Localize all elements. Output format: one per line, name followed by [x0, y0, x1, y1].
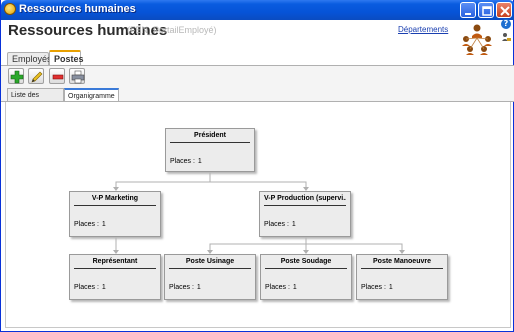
app-window: Ressources humaines Ressources humaines …: [0, 0, 514, 332]
node-title: Poste Soudage: [280, 258, 332, 265]
node-title: Représentant: [92, 258, 138, 265]
places-value: 1: [292, 284, 297, 291]
connector-president-production: [210, 181, 307, 190]
org-node-vp-production[interactable]: V-P Production (supervi... Places :1: [259, 191, 351, 237]
node-places: Places :1: [265, 283, 297, 292]
node-places: Places :1: [264, 220, 296, 229]
node-places: Places :1: [170, 157, 202, 166]
org-node-poste-usinage[interactable]: Poste Usinage Places :1: [164, 254, 256, 300]
node-divider: [169, 268, 251, 269]
places-value: 1: [197, 158, 202, 165]
node-places: Places :1: [74, 283, 106, 292]
node-divider: [74, 205, 156, 206]
places-value: 1: [101, 221, 106, 228]
places-label: Places :: [264, 221, 289, 228]
node-divider: [74, 268, 156, 269]
node-places: Places :1: [169, 283, 201, 292]
org-node-representant[interactable]: Représentant Places :1: [69, 254, 161, 300]
places-value: 1: [291, 221, 296, 228]
node-places: Places :1: [361, 283, 393, 292]
places-value: 1: [196, 284, 201, 291]
node-title: Poste Manoeuvre: [373, 258, 431, 265]
places-label: Places :: [169, 284, 194, 291]
org-node-president[interactable]: Président Places :1: [165, 128, 255, 172]
places-label: Places :: [170, 158, 195, 165]
org-node-vp-marketing[interactable]: V-P Marketing Places :1: [69, 191, 161, 237]
places-label: Places :: [265, 284, 290, 291]
node-divider: [265, 268, 347, 269]
connector-president-marketing: [115, 172, 211, 190]
places-value: 1: [101, 284, 106, 291]
node-title: Poste Usinage: [185, 258, 235, 265]
node-places: Places :1: [74, 220, 106, 229]
org-node-poste-manoeuvre[interactable]: Poste Manoeuvre Places :1: [356, 254, 448, 300]
places-label: Places :: [74, 284, 99, 291]
places-label: Places :: [361, 284, 386, 291]
node-divider: [264, 205, 346, 206]
node-title: V-P Production (supervi...: [264, 195, 346, 202]
node-title: V-P Marketing: [91, 195, 139, 202]
node-divider: [170, 142, 250, 143]
places-value: 1: [388, 284, 393, 291]
org-node-poste-soudage[interactable]: Poste Soudage Places :1: [260, 254, 352, 300]
node-divider: [361, 268, 443, 269]
node-title: Président: [194, 132, 226, 139]
places-label: Places :: [74, 221, 99, 228]
